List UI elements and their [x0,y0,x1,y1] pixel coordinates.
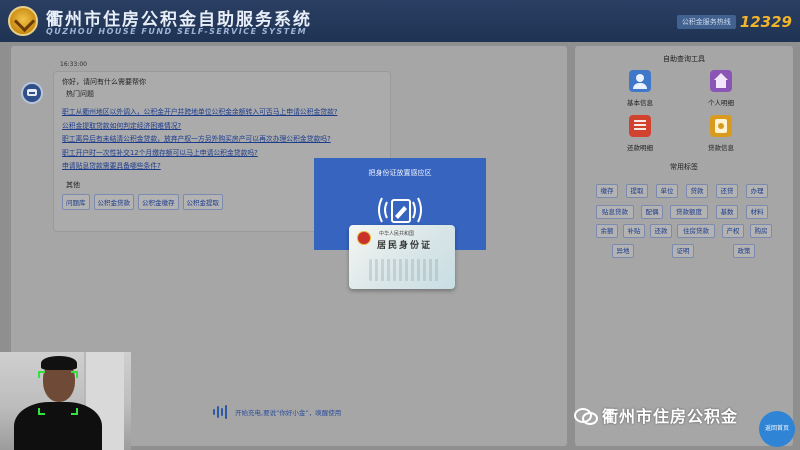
question-link[interactable]: 职工离异后有未结清公积金贷款，放弃产权一方另外购买房产可以再次办理公积金贷款吗? [62,133,382,147]
chip[interactable]: 提取 [626,184,648,198]
chip[interactable]: 住房贷款 [677,224,715,238]
chip[interactable]: 贷款额度 [670,205,708,219]
nfc-reader-icon [378,197,422,223]
webcam-preview [0,352,131,450]
chip[interactable]: 缴存 [596,184,618,198]
chip[interactable]: 单位 [656,184,678,198]
tool-personal-detail[interactable]: 个人明细 [696,70,746,107]
tool-repay-detail[interactable]: 还款明细 [615,115,665,152]
logo-icon [8,6,38,36]
chip[interactable]: 还款 [650,224,672,238]
tool-loan-info[interactable]: 贷款信息 [696,115,746,152]
question-link[interactable]: 公积金提取贷款如何判定经济困难情况? [62,120,382,134]
watermark-text: 衢州市住房公积金 [602,407,739,426]
national-emblem-icon [357,231,371,245]
chip[interactable]: 贴息贷款 [596,205,634,219]
tag-question-bank[interactable]: 问题库 [62,193,90,210]
hot-questions-label: 热门问题 [66,90,94,98]
voice-hint: 开始充电,要说“你好小金”，唤醒使用 [213,405,341,419]
home-icon [710,70,732,92]
tools-title: 自助查询工具 [663,55,705,63]
bot-avatar-icon [21,82,43,104]
chip[interactable]: 配偶 [641,205,663,219]
chip[interactable]: 产权 [722,224,744,238]
voice-hint-text: 开始充电,要说“你好小金”，唤醒使用 [235,409,342,417]
tool-label: 个人明细 [708,99,734,107]
modal-title: 把身份证放置感应区 [368,169,432,177]
wechat-watermark: 衢州市住房公积金 [574,403,738,427]
voice-wave-icon [213,405,229,419]
chip[interactable]: 购房 [750,224,772,238]
chip[interactable]: 异地 [612,244,634,258]
tool-basic-info[interactable]: 基本信息 [615,70,665,107]
chip[interactable]: 补贴 [623,224,645,238]
tags-title: 常用标签 [670,163,698,171]
tool-label: 贷款信息 [708,144,734,152]
chat-timestamp: 16:33:00 [60,61,87,68]
hotline-number: 12329 [739,13,792,31]
id-card-title: 居民身份证 [377,241,433,251]
chip[interactable]: 办理 [746,184,768,198]
id-card-country: 中华人民共和国 [379,231,415,237]
question-link[interactable]: 职工从衢州地区以外调入，公积金开户并跨地单位公积金余额转入可否马上申请公积金贷款… [62,106,382,120]
chip[interactable]: 政策 [733,244,755,258]
app-header: 衢州市住房公积金自助服务系统 QUZHOU HOUSE FUND SELF-SE… [0,0,800,42]
chip[interactable]: 余额 [596,224,618,238]
hotline-label: 公积金服务热线 [676,15,736,29]
coin-icon [710,115,732,137]
wechat-icon [574,407,598,425]
chip[interactable]: 证明 [672,244,694,258]
greeting-text: 你好，请问有什么需要帮你 [62,78,146,86]
back-home-button[interactable]: 返回首页 [759,411,795,447]
tool-label: 基本信息 [627,99,653,107]
id-card-image: 中华人民共和国 居民身份证 [349,225,455,289]
tool-label: 还款明细 [627,144,653,152]
chip[interactable]: 贷款 [686,184,708,198]
face-detect-box [38,371,78,415]
tag-fund-deposit[interactable]: 公积金缴存 [138,193,179,210]
app-subtitle: QUZHOU HOUSE FUND SELF-SERVICE SYSTEM [46,27,308,36]
tag-fund-withdraw[interactable]: 公积金提取 [182,193,223,210]
chip[interactable]: 还贷 [716,184,738,198]
person-icon [629,70,651,92]
chip[interactable]: 基数 [716,205,738,219]
list-icon [629,115,651,137]
hotline: 公积金服务热线 12329 [676,13,792,31]
tag-fund-loan[interactable]: 公积金贷款 [93,193,134,210]
chip[interactable]: 材料 [746,205,768,219]
